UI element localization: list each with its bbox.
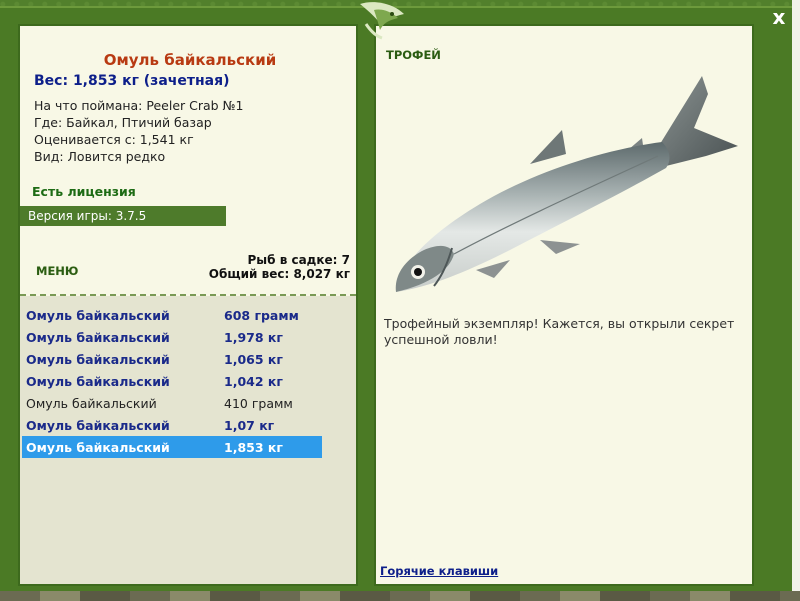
catch-fish-weight: 1,07 кг	[224, 417, 275, 433]
catch-fish-name: Омуль байкальский	[26, 307, 170, 323]
catch-fish-weight: 1,978 кг	[224, 329, 283, 345]
close-button[interactable]: x	[768, 6, 790, 28]
catch-fish-name: Омуль байкальский	[26, 395, 157, 411]
catch-fish-name: Омуль байкальский	[26, 329, 170, 345]
cage-stats: Рыб в садке: 7 Общий вес: 8,027 кг	[209, 253, 350, 281]
catch-fish-weight: 410 грамм	[224, 395, 293, 411]
catch-row[interactable]: Омуль байкальский 608 грамм	[22, 304, 322, 326]
catch-fish-weight: 1,853 кг	[224, 439, 283, 455]
total-weight: Общий вес: 8,027 кг	[208, 267, 350, 281]
kind-line: Вид: Ловится редко	[34, 149, 166, 164]
hotkeys-link[interactable]: Горячие клавиши	[380, 564, 498, 578]
trophy-description: Трофейный экземпляр! Кажется, вы открыли…	[384, 316, 735, 347]
catch-row[interactable]: Омуль байкальский 410 грамм	[22, 392, 322, 414]
background-bottom-strip	[0, 591, 800, 601]
fish-in-cage-count: Рыб в садке: 7	[247, 253, 351, 267]
catch-fish-name: Омуль байкальский	[26, 351, 170, 367]
catch-fish-name: Омуль байкальский	[26, 373, 170, 389]
fish-name-title: Омуль байкальский	[103, 51, 277, 69]
catch-fish-name: Омуль байкальский	[26, 439, 170, 455]
game-version-bar: Версия игры: 3.7.5	[20, 206, 226, 226]
value-line: Оценивается с: 1,541 кг	[34, 132, 194, 147]
fish-info-panel: Омуль байкальский Вес: 1,853 кг (зачетна…	[18, 24, 358, 586]
catch-row[interactable]: Омуль байкальский 1,07 кг	[22, 414, 322, 436]
location-line: Где: Байкал, Птичий базар	[34, 115, 212, 130]
menu-button[interactable]: МЕНЮ	[36, 264, 78, 278]
catch-row-selected[interactable]: Омуль байкальский 1,853 кг	[22, 436, 322, 458]
trophy-label: ТРОФЕЙ	[386, 48, 441, 62]
license-status: Есть лицензия	[32, 184, 136, 199]
catch-row[interactable]: Омуль байкальский 1,065 кг	[22, 348, 322, 370]
fish-weight: Вес: 1,853 кг (зачетная)	[34, 73, 230, 89]
trophy-panel: ТРОФЕЙ Трофейный экземпляр! Кажется, вы …	[374, 24, 754, 586]
catch-list: Омуль байкальский 608 грамм Омуль байкал…	[22, 304, 322, 458]
catch-row[interactable]: Омуль байкальский 1,042 кг	[22, 370, 322, 392]
catch-fish-weight: 1,042 кг	[224, 373, 283, 389]
close-icon: x	[772, 5, 786, 29]
background-page-edge	[792, 0, 800, 601]
omul-fish-image	[395, 76, 738, 292]
fish-leaf-logo-icon	[360, 2, 404, 40]
catch-fish-name: Омуль байкальский	[26, 417, 170, 433]
catch-fish-weight: 608 грамм	[224, 307, 299, 323]
catch-row[interactable]: Омуль байкальский 1,978 кг	[22, 326, 322, 348]
fish-details: На что поймана: Peeler Crab №1 Где: Байк…	[34, 97, 244, 165]
bait-line: На что поймана: Peeler Crab №1	[34, 98, 244, 113]
catch-fish-weight: 1,065 кг	[224, 351, 283, 367]
